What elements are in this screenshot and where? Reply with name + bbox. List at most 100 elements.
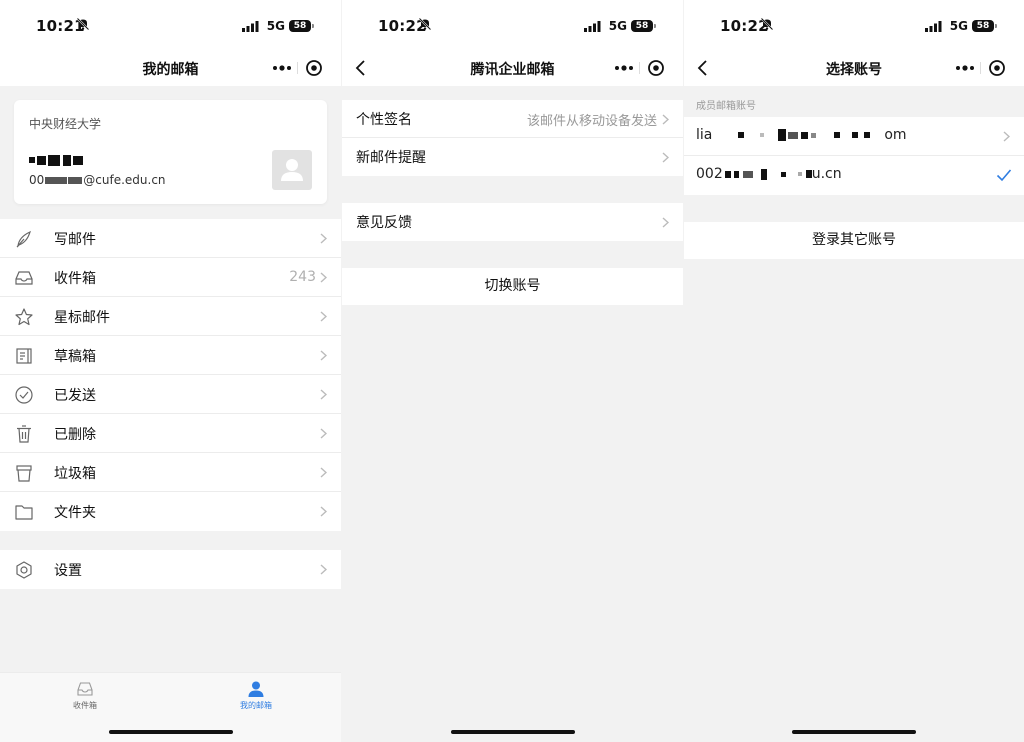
signature-label: 个性签名 (356, 112, 412, 128)
chevron-right-icon (320, 311, 327, 322)
more-dots-icon[interactable] (952, 60, 978, 76)
address-mosaic (801, 131, 809, 139)
feedback-group: 意见反馈 (342, 203, 683, 241)
more-dots-icon[interactable] (611, 60, 637, 76)
more-dots-icon[interactable] (269, 60, 295, 76)
list-item-label: 草稿箱 (54, 349, 96, 365)
status-bar: 10:22 5G 58 (342, 0, 683, 52)
silent-bell-icon (76, 17, 90, 31)
list-item-deleted[interactable]: 已删除 (0, 414, 341, 453)
feedback-label: 意见反馈 (356, 215, 412, 231)
account-address: lia om (696, 127, 907, 143)
tab-inbox[interactable]: 收件箱 (25, 680, 145, 711)
list-item-label: 文件夹 (54, 505, 96, 521)
battery-indicator: 58 (631, 20, 656, 32)
close-target-icon[interactable] (647, 59, 665, 77)
tab-label: 我的邮箱 (240, 701, 272, 710)
address-mosaic (742, 170, 753, 178)
star-icon (15, 308, 33, 326)
folder-icon (15, 505, 33, 520)
list-item-junk[interactable]: 垃圾箱 (0, 453, 341, 492)
chevron-right-icon (320, 389, 327, 400)
chevron-right-icon (320, 233, 327, 244)
name-mosaic (29, 157, 35, 163)
address-mosaic (864, 132, 871, 138)
chevron-right-icon (662, 114, 669, 125)
account-email: 00 @cufe.edu.cn (29, 173, 166, 187)
list-item-compose[interactable]: 写邮件 (0, 219, 341, 258)
person-tab-icon (248, 681, 264, 697)
address-prefix: lia (696, 127, 713, 143)
list-item-label: 已发送 (54, 388, 96, 404)
tencent-mail-settings-screen: 10:22 5G 58 腾讯企业邮箱 个性签名 该邮件从移动设备发送 新邮件提醒… (342, 0, 683, 742)
trash-icon (17, 425, 31, 443)
chevron-right-icon (662, 152, 669, 163)
close-target-icon[interactable] (988, 59, 1006, 77)
account-organization: 中央财经大学 (29, 117, 102, 131)
account-card[interactable]: 中央财经大学 00 @cufe.edu.cn (14, 100, 327, 204)
list-item-label: 收件箱 (54, 271, 96, 287)
gear-icon (16, 561, 32, 579)
list-item-label: 垃圾箱 (54, 466, 96, 482)
silent-bell-icon (418, 17, 432, 31)
chevron-right-icon (320, 564, 327, 575)
chevron-right-icon (320, 350, 327, 361)
status-bar: 10:22 5G 58 (684, 0, 1024, 52)
chevron-right-icon (320, 467, 327, 478)
address-mosaic (760, 133, 765, 137)
list-item-inbox[interactable]: 收件箱 243 (0, 258, 341, 297)
list-item-drafts[interactable]: 草稿箱 (0, 336, 341, 375)
switch-account-button[interactable]: 切换账号 (342, 268, 683, 305)
avatar[interactable] (272, 150, 312, 190)
address-mosaic (724, 170, 731, 178)
name-mosaic (37, 155, 46, 165)
list-item-settings[interactable]: 设置 (0, 550, 341, 589)
capsule-divider (639, 62, 640, 74)
home-indicator (108, 730, 233, 734)
account-row[interactable]: lia om (684, 117, 1024, 156)
signature-value: 该邮件从移动设备发送 (526, 114, 657, 129)
capsule-divider (297, 62, 298, 74)
chevron-right-icon (320, 428, 327, 439)
choose-account-screen: 10:22 5G 58 选择账号 成员邮箱账号 lia om 002 u.cn 登录… (684, 0, 1024, 742)
new-mail-alert-row[interactable]: 新邮件提醒 (342, 138, 683, 176)
account-row-selected[interactable]: 002 u.cn (684, 156, 1024, 195)
cellular-signal-icon (584, 21, 601, 32)
home-indicator (792, 730, 916, 734)
silent-bell-icon (760, 17, 774, 31)
address-mosaic (760, 168, 767, 180)
address-mosaic (834, 132, 841, 138)
checkmark-icon (996, 169, 1012, 182)
settings-label: 设置 (54, 563, 82, 579)
address-mosaic (811, 132, 817, 138)
list-item-sent[interactable]: 已发送 (0, 375, 341, 414)
tab-label: 收件箱 (73, 701, 97, 710)
signature-row[interactable]: 个性签名 该邮件从移动设备发送 (342, 100, 683, 138)
address-mosaic (780, 171, 786, 177)
email-mosaic (45, 177, 68, 184)
navigation-bar: 我的邮箱 (0, 52, 341, 86)
feedback-row[interactable]: 意见反馈 (342, 203, 683, 241)
close-target-icon[interactable] (305, 59, 323, 77)
mail-settings-group: 个性签名 该邮件从移动设备发送 新邮件提醒 (342, 100, 683, 176)
name-mosaic (73, 155, 83, 165)
address-mosaic (797, 172, 802, 176)
list-item-folders[interactable]: 文件夹 (0, 492, 341, 531)
tab-my-mailbox[interactable]: 我的邮箱 (196, 680, 316, 711)
address-mosaic (788, 131, 799, 139)
inbox-icon (15, 271, 33, 285)
mini-program-capsule (261, 54, 333, 82)
list-item-starred[interactable]: 星标邮件 (0, 297, 341, 336)
address-mosaic (778, 129, 787, 141)
pen-icon (16, 230, 31, 248)
list-item-label: 已删除 (54, 427, 96, 443)
account-name (29, 152, 83, 168)
account-list: lia om 002 u.cn (684, 117, 1024, 195)
network-type: 5G (266, 19, 285, 33)
login-other-account-button[interactable]: 登录其它账号 (684, 222, 1024, 259)
section-title: 成员邮箱账号 (696, 101, 756, 112)
chevron-right-icon (320, 272, 327, 283)
navigation-bar: 选择账号 (684, 52, 1024, 86)
address-suffix: om (884, 127, 907, 143)
cellular-signal-icon (925, 21, 942, 32)
